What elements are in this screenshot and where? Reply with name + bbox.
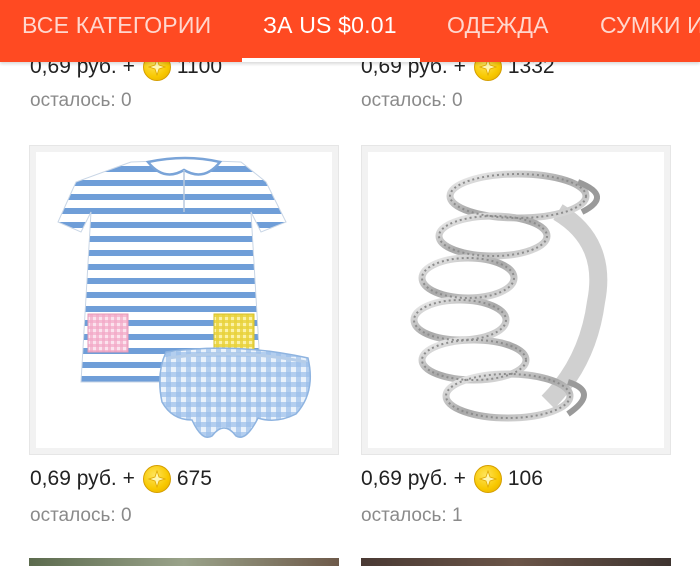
product-2-stock: осталось: 1: [361, 505, 463, 526]
coin-icon: [142, 465, 171, 493]
product-image: [368, 152, 664, 448]
top-item-1-stock: осталось: 0: [30, 90, 132, 111]
category-tab-bar: ВСЕ КАТЕГОРИИ ЗА US $0.01 ОДЕЖДА СУМКИ И: [0, 0, 700, 62]
product-1-price-row: 0,69 руб. + 675: [30, 462, 212, 496]
product-2-price-row: 0,69 руб. + 106: [361, 462, 543, 496]
product-1-stock: осталось: 0: [30, 505, 132, 526]
next-product-card-peek[interactable]: [361, 558, 671, 566]
top-item-2-stock: осталось: 0: [361, 90, 463, 111]
coin-icon: [473, 465, 502, 493]
product-image: [36, 152, 332, 448]
price-text: 0,69 руб. +: [30, 467, 135, 490]
product-card-silver-cuff[interactable]: [361, 145, 671, 455]
coins-amount: 675: [176, 467, 212, 490]
active-tab-indicator: [242, 58, 420, 62]
tab-one-cent[interactable]: ЗА US $0.01: [263, 0, 397, 62]
price-text: 0,69 руб. +: [361, 467, 466, 490]
product-card-baby-dress[interactable]: [29, 145, 339, 455]
tab-clothing[interactable]: ОДЕЖДА: [447, 0, 549, 62]
next-product-card-peek[interactable]: [29, 558, 339, 566]
tab-bags[interactable]: СУМКИ И: [600, 0, 700, 62]
tab-all-categories[interactable]: ВСЕ КАТЕГОРИИ: [22, 0, 211, 62]
coins-amount: 106: [507, 467, 543, 490]
